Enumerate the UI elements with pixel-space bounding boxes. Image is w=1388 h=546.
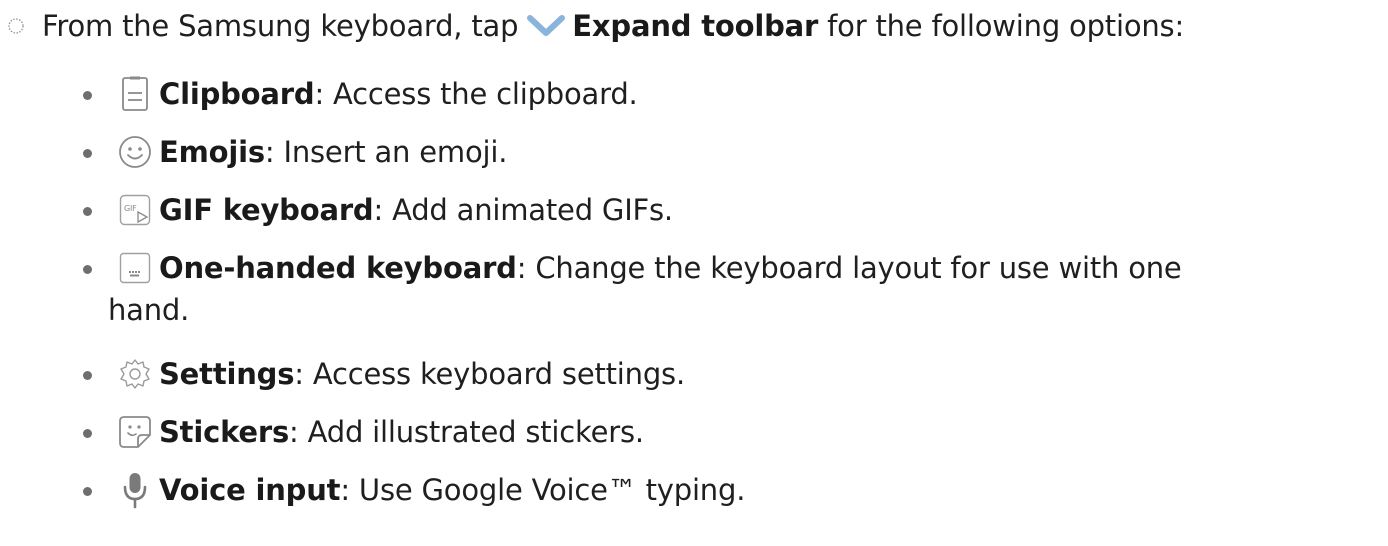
option-desc: : Use Google Voice™ typing. <box>340 473 746 507</box>
option-label: Emojis <box>159 135 265 169</box>
bullet-dot <box>83 429 92 438</box>
intro-prefix: From the Samsung keyboard, tap <box>42 9 519 43</box>
option-gif-keyboard: GIF GIF keyboard : Add animated GIFs. <box>83 190 674 230</box>
option-label: Settings <box>159 357 295 391</box>
option-settings: Settings : Access keyboard settings. <box>83 354 685 394</box>
option-desc: : Add illustrated stickers. <box>289 415 644 449</box>
option-clipboard: Clipboard : Access the clipboard. <box>83 74 638 114</box>
microphone-icon <box>118 473 152 509</box>
bullet-dot <box>83 91 92 100</box>
option-desc: : Insert an emoji. <box>264 135 508 169</box>
option-one-handed-keyboard: One-handed keyboard : Change the keyboar… <box>83 248 1182 288</box>
clipboard-icon <box>118 76 152 111</box>
expand-toolbar-label: Expand toolbar <box>572 9 819 43</box>
option-voice-input: Voice input : Use Google Voice™ typing. <box>83 470 746 510</box>
option-stickers: Stickers : Add illustrated stickers. <box>83 412 644 452</box>
bullet-dot <box>83 371 92 380</box>
bullet-dot <box>83 149 92 158</box>
intro-suffix: for the following options: <box>827 9 1185 43</box>
sticker-icon <box>118 415 152 449</box>
bullet-dot <box>83 207 92 216</box>
option-desc: : Access the clipboard. <box>314 77 638 111</box>
option-label: One-handed keyboard <box>159 251 517 285</box>
svg-text:GIF: GIF <box>124 204 137 213</box>
option-label: Clipboard <box>159 77 315 111</box>
one-handed-keyboard-icon <box>118 251 152 285</box>
option-desc-continuation: hand. <box>108 293 190 327</box>
option-label: Stickers <box>159 415 290 449</box>
option-desc: : Add animated GIFs. <box>373 193 674 227</box>
option-one-handed-keyboard-continuation: hand. <box>108 290 189 330</box>
option-desc: : Change the keyboard layout for use wit… <box>516 251 1182 285</box>
option-label: Voice input <box>159 473 341 507</box>
option-emojis: Emojis : Insert an emoji. <box>83 132 508 172</box>
keyboard-toolbar-help: From the Samsung keyboard, tap Expand to… <box>0 0 1388 546</box>
chevron-down-icon <box>526 13 566 39</box>
emoji-icon <box>118 135 152 169</box>
dotted-circle-icon <box>6 16 26 36</box>
bullet-dot <box>83 487 92 496</box>
option-label: GIF keyboard <box>159 193 374 227</box>
intro-line: From the Samsung keyboard, tap Expand to… <box>6 6 1184 46</box>
bullet-dot <box>83 265 92 274</box>
gear-icon <box>118 357 152 391</box>
option-desc: : Access keyboard settings. <box>294 357 685 391</box>
gif-keyboard-icon: GIF <box>118 193 152 227</box>
